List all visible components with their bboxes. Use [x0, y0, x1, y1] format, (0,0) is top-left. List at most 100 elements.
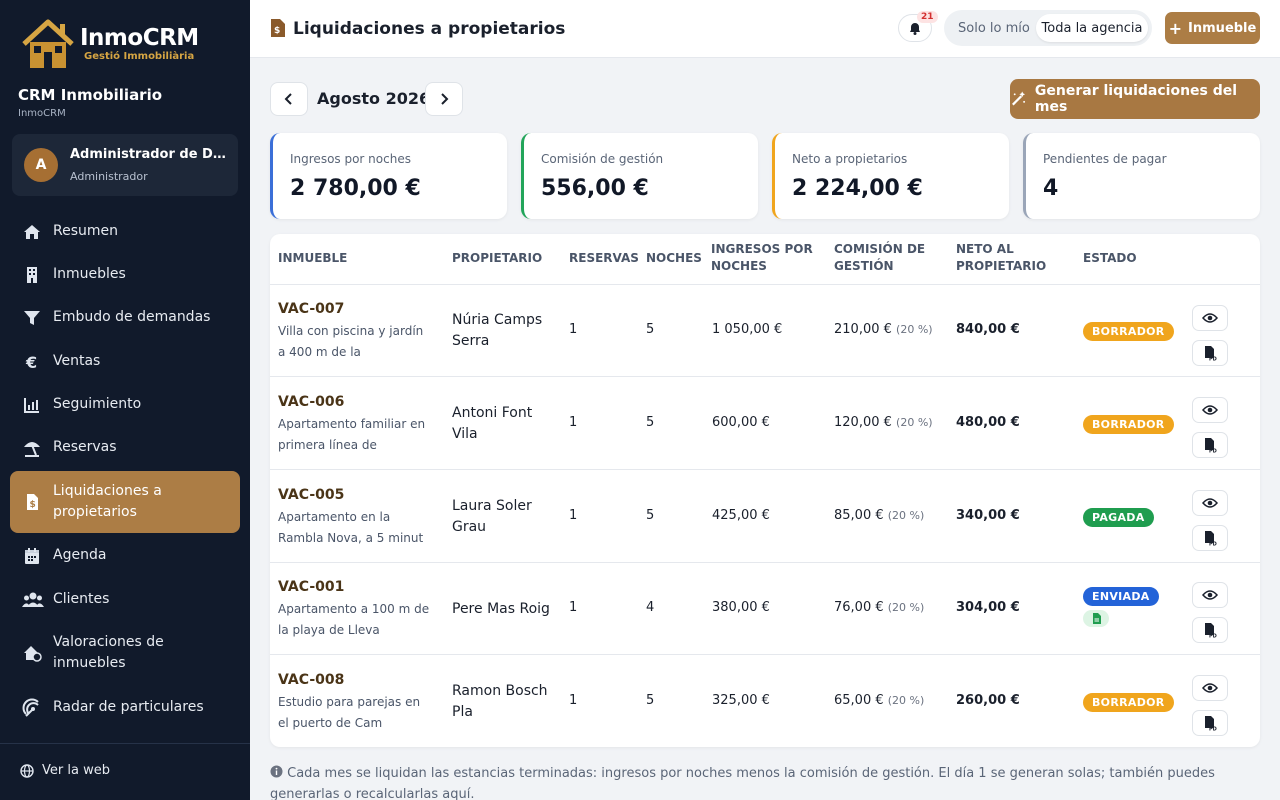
- view-button[interactable]: [1192, 490, 1228, 516]
- card-value: 2 224,00 €: [792, 176, 923, 201]
- status-badge: BORRADOR: [1083, 693, 1174, 712]
- euro-icon: €: [25, 353, 37, 372]
- income-value: 325,00 €: [712, 693, 770, 708]
- table-row: VAC-007 Villa con piscina y jardín a 400…: [270, 285, 1260, 377]
- brand-tagline: Gestió Immobiliària: [84, 50, 195, 62]
- bookings-count: 1: [569, 600, 578, 615]
- view-button[interactable]: [1192, 305, 1228, 331]
- generate-settlements-button[interactable]: Generar liquidaciones del mes: [1010, 79, 1260, 119]
- property-code[interactable]: VAC-005: [278, 487, 344, 503]
- net-value: 304,00 €: [956, 600, 1020, 615]
- column-header: NOCHES: [646, 251, 702, 265]
- sidebar-item-label: Valoraciones de inmuebles: [53, 634, 164, 671]
- view-button[interactable]: [1192, 397, 1228, 423]
- pdf-download-button[interactable]: PDF: [1192, 525, 1228, 551]
- users-icon: [22, 592, 44, 607]
- property-code[interactable]: VAC-006: [278, 394, 344, 410]
- column-header: NETO AL PROPIETARIO: [956, 242, 1047, 273]
- view-button[interactable]: [1192, 582, 1228, 608]
- table-row: VAC-005 Apartamento en la Rambla Nova, a…: [270, 471, 1260, 563]
- sidebar-item-resumen[interactable]: Resumen: [10, 221, 240, 242]
- brand-logo[interactable]: InmoCRM Gestió Immobiliària: [20, 18, 199, 70]
- table-row: VAC-001 Apartamento a 100 m de la playa …: [270, 563, 1260, 655]
- view-website-link[interactable]: Ver la web: [20, 763, 110, 778]
- sidebar-item-valoraciones[interactable]: Valoraciones de inmuebles: [10, 632, 240, 674]
- sidebar-item-label: Embudo de demandas: [53, 309, 211, 325]
- radar-icon: [22, 698, 39, 717]
- plus-icon: +: [1168, 18, 1183, 38]
- summary-card-net: Neto a propietarios 2 224,00 €: [772, 133, 1009, 219]
- commission-percent: (20 %): [896, 416, 933, 429]
- net-value: 260,00 €: [956, 693, 1020, 708]
- generate-settlements-label: Generar liquidaciones del mes: [1034, 83, 1238, 115]
- commission-amount: 120,00 €: [834, 415, 892, 430]
- eye-icon: [1202, 498, 1218, 508]
- sidebar-item-liquidaciones[interactable]: $ Liquidaciones a propietarios: [10, 471, 240, 533]
- house-logo-icon: [22, 19, 74, 68]
- notifications-button[interactable]: 21: [898, 11, 938, 42]
- view-button[interactable]: [1192, 675, 1228, 701]
- property-code[interactable]: VAC-007: [278, 301, 344, 317]
- pdf-download-button[interactable]: PDF: [1192, 617, 1228, 643]
- invoice-icon: $: [27, 494, 38, 510]
- column-header: INMUEBLE: [278, 251, 348, 265]
- scope-mine-option[interactable]: Solo lo mío: [958, 21, 1030, 36]
- user-role: Administrador: [70, 170, 148, 183]
- property-code[interactable]: VAC-001: [278, 579, 344, 595]
- commission-value: 76,00 € (20 %): [834, 600, 924, 615]
- summary-card-commission: Comisión de gestión 556,00 €: [521, 133, 758, 219]
- nights-count: 5: [646, 508, 655, 523]
- card-label: Comisión de gestión: [541, 152, 664, 166]
- commission-amount: 76,00 €: [834, 600, 884, 615]
- bookings-count: 1: [569, 693, 578, 708]
- eye-icon: [1202, 405, 1218, 415]
- info-note-text: Cada mes se liquidan las estancias termi…: [270, 766, 1215, 800]
- funnel-icon: [24, 310, 40, 325]
- user-card[interactable]: A Administrador de Demo Administrador: [12, 134, 238, 196]
- property-description: Apartamento familiar en primera línea de: [278, 417, 426, 452]
- beach-umbrella-icon: [24, 441, 40, 457]
- pdf-download-button[interactable]: PDF: [1192, 340, 1228, 366]
- sidebar-item-embudo[interactable]: Embudo de demandas: [10, 307, 240, 328]
- page-title: Liquidaciones a propietarios: [293, 19, 566, 39]
- sidebar-item-inmuebles[interactable]: Inmuebles: [10, 264, 240, 285]
- owner-name: Ramon Bosch Pla: [452, 683, 548, 720]
- income-value: 425,00 €: [712, 508, 770, 523]
- svg-text:$: $: [30, 500, 36, 510]
- sidebar: InmoCRM Gestió Immobiliària CRM Inmobili…: [0, 0, 250, 800]
- pdf-file-icon: PDF: [1205, 346, 1217, 361]
- sidebar-item-clientes[interactable]: Clientes: [10, 589, 240, 610]
- sidebar-item-radar[interactable]: Radar de particulares: [10, 697, 240, 718]
- card-label: Neto a propietarios: [792, 152, 908, 166]
- scope-toggle: Solo lo mío Toda la agencia: [944, 10, 1152, 46]
- svg-text:PDF: PDF: [1209, 727, 1217, 732]
- table-row: VAC-008 Estudio para parejas en el puert…: [270, 656, 1260, 747]
- sidebar-item-agenda[interactable]: Agenda: [10, 545, 240, 566]
- property-code[interactable]: VAC-008: [278, 672, 344, 688]
- owner-name: Antoni Font Vila: [452, 405, 533, 442]
- pdf-download-button[interactable]: PDF: [1192, 710, 1228, 736]
- sidebar-item-label: Radar de particulares: [53, 699, 204, 715]
- sidebar-item-seguimiento[interactable]: Seguimiento: [10, 394, 240, 415]
- commission-value: 120,00 € (20 %): [834, 415, 933, 430]
- scope-agency-option[interactable]: Toda la agencia: [1036, 14, 1148, 42]
- sidebar-item-reservas[interactable]: Reservas: [10, 437, 240, 458]
- eye-icon: [1202, 590, 1218, 600]
- sidebar-item-ventas[interactable]: € Ventas: [10, 351, 240, 372]
- pdf-download-button[interactable]: PDF: [1192, 432, 1228, 458]
- commission-percent: (20 %): [896, 323, 933, 336]
- column-header: PROPIETARIO: [452, 251, 543, 265]
- bookings-count: 1: [569, 322, 578, 337]
- column-header: RESERVAS: [569, 251, 639, 265]
- property-description: Estudio para parejas en el puerto de Cam: [278, 695, 421, 730]
- add-property-button[interactable]: + Inmueble: [1165, 12, 1260, 44]
- commission-amount: 65,00 €: [834, 693, 884, 708]
- settlements-table: INMUEBLE PROPIETARIO RESERVAS NOCHES ING…: [270, 234, 1260, 747]
- document-sent-chip[interactable]: [1083, 610, 1109, 627]
- sidebar-item-label: Ventas: [53, 353, 101, 369]
- next-month-button[interactable]: [425, 82, 463, 116]
- info-note: Cada mes se liquidan las estancias termi…: [270, 763, 1250, 800]
- commission-amount: 85,00 €: [834, 508, 884, 523]
- previous-month-button[interactable]: [270, 82, 308, 116]
- property-description: Apartamento en la Rambla Nova, a 5 minut: [278, 510, 424, 545]
